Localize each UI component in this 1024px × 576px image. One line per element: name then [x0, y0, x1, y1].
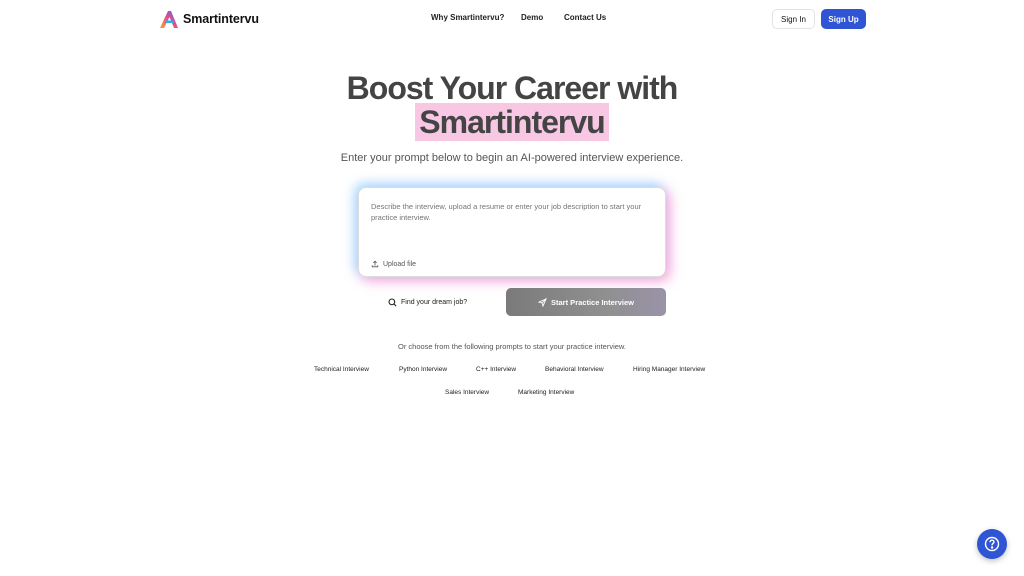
start-practice-interview-label: Start Practice Interview — [551, 297, 634, 307]
suggestion-python-interview[interactable]: Python Interview — [399, 366, 447, 373]
find-dream-job-label: Find your dream job? — [401, 298, 468, 306]
sign-in-button[interactable]: Sign In — [772, 9, 815, 29]
hero-highlight-text: Smartintervu — [415, 103, 609, 141]
suggestion-technical-interview[interactable]: Technical Interview — [314, 366, 369, 373]
help-button[interactable] — [977, 529, 1007, 559]
suggestion-sales-interview[interactable]: Sales Interview — [445, 389, 489, 396]
help-icon — [984, 536, 1000, 552]
upload-file-button[interactable]: Upload file — [371, 259, 416, 269]
nav-demo[interactable]: Demo — [521, 13, 543, 22]
nav-contact-us[interactable]: Contact Us — [564, 13, 606, 22]
nav-why-smartintervu[interactable]: Why Smartintervu? — [431, 13, 504, 22]
prompt-box: Upload file — [358, 187, 666, 277]
suggestion-behavioral-interview[interactable]: Behavioral Interview — [545, 366, 604, 373]
header: Smartintervu Why Smartintervu? Demo Cont… — [0, 0, 1024, 38]
suggestion-marketing-interview[interactable]: Marketing Interview — [518, 389, 574, 396]
prompt-input[interactable] — [371, 201, 655, 241]
hero-subtitle: Enter your prompt below to begin an AI-p… — [340, 152, 684, 164]
sign-up-button[interactable]: Sign Up — [821, 9, 866, 29]
search-icon — [388, 297, 397, 306]
upload-file-label: Upload file — [383, 260, 417, 268]
start-practice-interview-button[interactable]: Start Practice Interview — [506, 288, 666, 316]
send-icon — [538, 297, 547, 307]
main-nav: Why Smartintervu? Demo Contact Us — [0, 13, 1024, 27]
hero-highlight-row: Smartintervu — [0, 103, 1024, 141]
find-dream-job-link[interactable]: Find your dream job? — [388, 295, 467, 309]
hero-title: Boost Your Career with — [346, 70, 679, 106]
upload-icon — [371, 260, 379, 268]
suggestions-intro: Or choose from the following prompts to … — [397, 342, 626, 351]
suggestion-hiring-manager-interview[interactable]: Hiring Manager Interview — [633, 366, 705, 373]
suggestion-cpp-interview[interactable]: C++ Interview — [476, 366, 516, 373]
